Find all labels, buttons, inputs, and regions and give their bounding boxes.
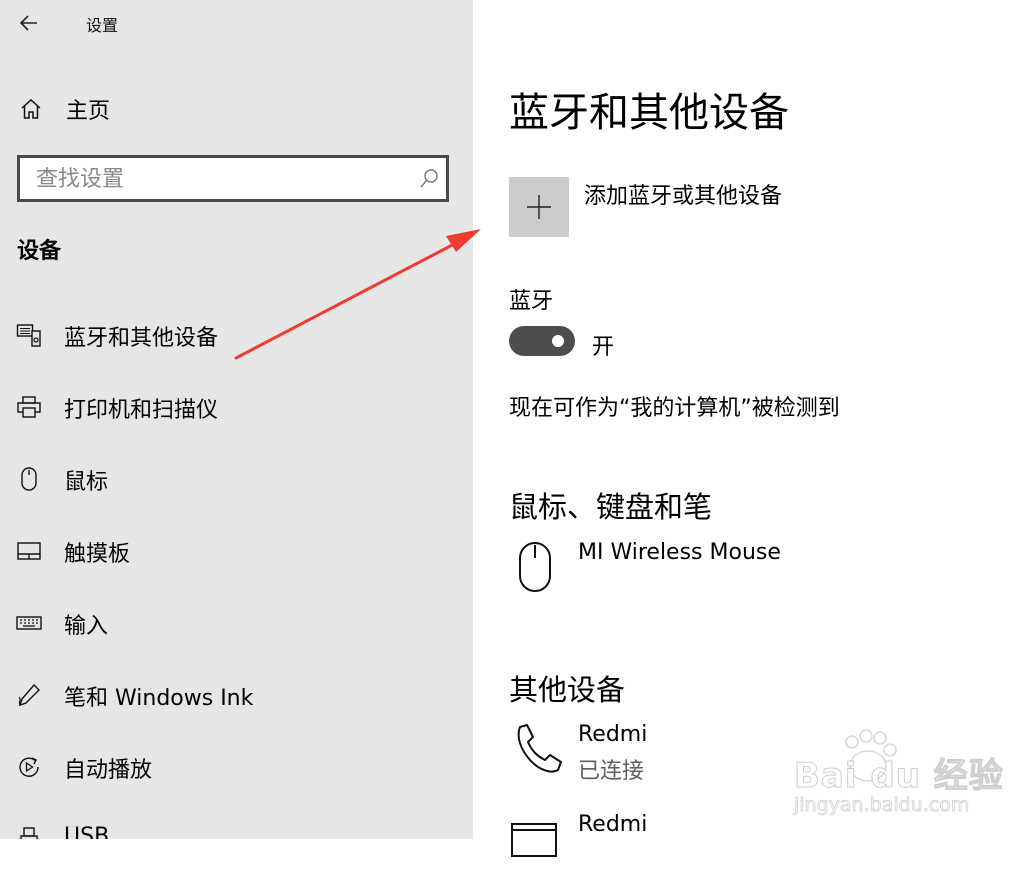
sidebar-item-usb[interactable]: USB xyxy=(0,814,473,839)
search-box[interactable] xyxy=(17,155,449,202)
device-name: Redmi xyxy=(578,722,648,747)
usb-icon xyxy=(20,827,38,839)
main-content: 蓝牙和其他设备 添加蓝牙或其他设备 蓝牙 开 现在可作为“我的计算机”被检测到 … xyxy=(473,0,1035,857)
other-devices-heading: 其他设备 xyxy=(509,673,626,707)
sidebar-item-pen[interactable]: 笔和 Windows Ink xyxy=(0,670,473,722)
bluetooth-devices-icon xyxy=(16,324,41,347)
add-device-label[interactable]: 添加蓝牙或其他设备 xyxy=(584,178,782,210)
sidebar-item-label: 触摸板 xyxy=(64,542,131,567)
sidebar-item-label: 笔和 Windows Ink xyxy=(64,686,254,711)
device-status: 已连接 xyxy=(578,759,645,784)
sidebar-item-label: 输入 xyxy=(64,614,109,639)
sidebar: 设置 主页 设备 蓝牙和其他设备 打印机和扫描仪 xyxy=(0,0,473,839)
discoverable-status: 现在可作为“我的计算机”被检测到 xyxy=(509,396,840,421)
search-input[interactable] xyxy=(34,162,398,197)
search-icon[interactable] xyxy=(418,168,440,190)
sidebar-item-printers[interactable]: 打印机和扫描仪 xyxy=(0,382,473,434)
printer-icon xyxy=(17,396,41,418)
phone-icon xyxy=(517,724,562,773)
device-redmi-phone[interactable]: Redmi 已连接 xyxy=(509,722,1009,784)
sidebar-item-home[interactable]: 主页 xyxy=(0,88,473,128)
sidebar-item-label: 主页 xyxy=(66,99,111,124)
device-mi-wireless-mouse[interactable]: MI Wireless Mouse xyxy=(509,540,1009,602)
autoplay-icon xyxy=(19,757,39,777)
sidebar-item-label: 打印机和扫描仪 xyxy=(64,398,219,423)
sidebar-item-autoplay[interactable]: 自动播放 xyxy=(0,742,473,794)
mouse-icon xyxy=(519,542,551,592)
mouse-icon xyxy=(21,467,37,491)
bluetooth-toggle-state: 开 xyxy=(592,335,615,360)
back-button[interactable] xyxy=(14,8,44,38)
sidebar-item-label: 自动播放 xyxy=(64,758,153,783)
mouse-keyboard-pen-heading: 鼠标、键盘和笔 xyxy=(509,490,713,524)
sidebar-item-mouse[interactable]: 鼠标 xyxy=(0,454,473,506)
toggle-knob xyxy=(552,335,564,347)
app-title: 设置 xyxy=(86,16,119,35)
bluetooth-heading: 蓝牙 xyxy=(509,289,554,314)
title-bar: 设置 xyxy=(0,0,473,46)
sidebar-item-touchpad[interactable]: 触摸板 xyxy=(0,526,473,578)
device-name: MI Wireless Mouse xyxy=(578,540,781,565)
computer-icon xyxy=(511,823,557,857)
sidebar-item-label: USB xyxy=(64,824,110,839)
page-title: 蓝牙和其他设备 xyxy=(509,90,789,136)
back-arrow-icon xyxy=(19,15,37,31)
plus-icon xyxy=(527,195,551,219)
sidebar-item-bluetooth[interactable]: 蓝牙和其他设备 xyxy=(0,310,473,362)
sidebar-item-label: 蓝牙和其他设备 xyxy=(64,326,219,351)
device-name: Redmi xyxy=(578,812,648,837)
keyboard-icon xyxy=(16,616,42,630)
bluetooth-toggle[interactable] xyxy=(509,326,575,356)
pen-icon xyxy=(18,683,40,707)
sidebar-item-label: 鼠标 xyxy=(64,470,109,495)
home-icon xyxy=(21,98,41,119)
touchpad-icon xyxy=(17,542,41,560)
section-title: 设备 xyxy=(17,239,62,264)
add-device-button[interactable] xyxy=(509,177,569,237)
sidebar-item-typing[interactable]: 输入 xyxy=(0,598,473,650)
device-redmi-computer[interactable]: Redmi xyxy=(509,812,1009,874)
